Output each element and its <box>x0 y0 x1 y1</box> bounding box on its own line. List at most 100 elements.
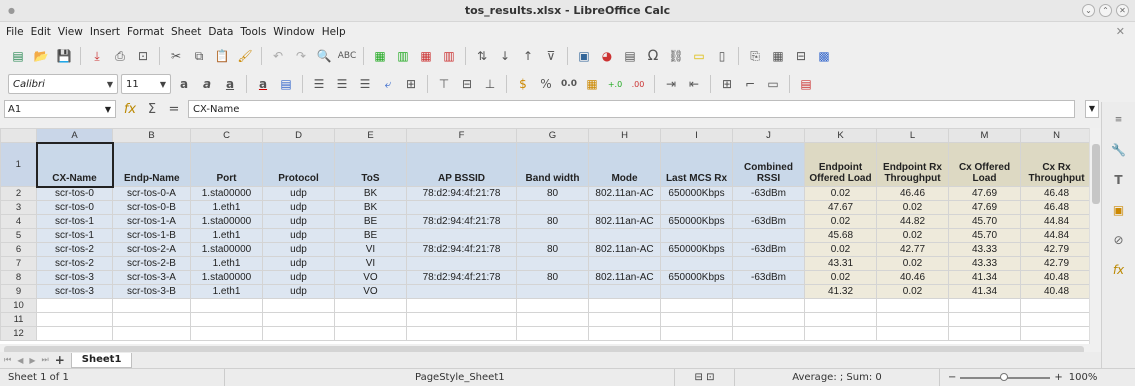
data-cell[interactable]: 45.70 <box>948 214 1021 229</box>
data-cell[interactable]: BK <box>334 200 407 215</box>
close-button[interactable]: ✕ <box>1116 4 1129 17</box>
data-cell[interactable]: 78:d2:94:4f:21:78 <box>406 186 517 201</box>
row-header[interactable]: 2 <box>0 186 37 201</box>
empty-cell[interactable] <box>660 312 733 327</box>
data-cell[interactable]: -63dBm <box>732 242 805 257</box>
empty-cell[interactable] <box>516 298 589 313</box>
close-document-icon[interactable]: ✕ <box>1116 25 1125 38</box>
data-cell[interactable]: 0.02 <box>804 242 877 257</box>
column-header-d[interactable]: D <box>262 128 335 143</box>
selection-summary[interactable]: Average: ; Sum: 0 <box>735 369 940 386</box>
maximize-button[interactable]: ⌃ <box>1099 4 1112 17</box>
data-cell[interactable]: -63dBm <box>732 214 805 229</box>
percent-icon[interactable]: % <box>536 74 556 94</box>
sheet-indicator[interactable]: Sheet 1 of 1 <box>0 369 225 386</box>
data-cell[interactable]: 47.67 <box>804 200 877 215</box>
row-header[interactable]: 6 <box>0 242 37 257</box>
currency-icon[interactable]: $ <box>513 74 533 94</box>
menu-insert[interactable]: Insert <box>90 26 120 38</box>
print-preview-icon[interactable]: ⊡ <box>133 46 153 66</box>
select-all-corner[interactable] <box>0 128 37 143</box>
increase-indent-icon[interactable]: ⇥ <box>661 74 681 94</box>
data-cell[interactable] <box>660 256 733 271</box>
data-cell[interactable]: 802.11an-AC <box>588 214 661 229</box>
data-cell[interactable]: scr-tos-0-B <box>112 200 191 215</box>
data-cell[interactable]: 650000Kbps <box>660 270 733 285</box>
data-cell[interactable] <box>660 284 733 299</box>
data-cell[interactable]: 42.79 <box>1020 242 1093 257</box>
data-cell[interactable]: scr-tos-3 <box>36 284 113 299</box>
zoom-out-icon[interactable]: − <box>940 372 956 383</box>
sort-descending-icon[interactable]: ↑ <box>518 46 538 66</box>
formula-icon[interactable]: = <box>166 102 182 117</box>
empty-cell[interactable] <box>190 312 263 327</box>
pivot-table-icon[interactable]: ▤ <box>620 46 640 66</box>
data-cell[interactable] <box>732 200 805 215</box>
data-cell[interactable] <box>660 200 733 215</box>
header-cell[interactable]: AP BSSID <box>406 142 517 187</box>
data-cell[interactable]: 41.32 <box>804 284 877 299</box>
data-cell[interactable]: VO <box>334 270 407 285</box>
data-cell[interactable] <box>588 284 661 299</box>
data-cell[interactable]: scr-tos-2 <box>36 256 113 271</box>
empty-cell[interactable] <box>804 298 877 313</box>
functions-icon[interactable]: fx <box>1109 260 1129 280</box>
export-pdf-icon[interactable]: ⤓ <box>87 46 107 66</box>
header-cell[interactable]: CX-Name <box>35 141 114 188</box>
header-footer-icon[interactable]: ▯ <box>712 46 732 66</box>
bold-icon[interactable]: a <box>174 74 194 94</box>
data-cell[interactable]: 40.48 <box>1020 270 1093 285</box>
data-cell[interactable]: 802.11an-AC <box>588 270 661 285</box>
data-cell[interactable]: 1.sta00000 <box>190 270 263 285</box>
empty-cell[interactable] <box>190 326 263 341</box>
empty-cell[interactable] <box>732 312 805 327</box>
empty-cell[interactable] <box>516 312 589 327</box>
empty-cell[interactable] <box>732 326 805 341</box>
data-cell[interactable]: 0.02 <box>876 256 949 271</box>
data-cell[interactable]: 78:d2:94:4f:21:78 <box>406 242 517 257</box>
column-header-g[interactable]: G <box>516 128 589 143</box>
data-cell[interactable]: 650000Kbps <box>660 186 733 201</box>
data-cell[interactable]: scr-tos-1-B <box>112 228 191 243</box>
spreadsheet-grid[interactable]: A B C D E F G H I J K L M N 1 CX-Name Endp-Name Port Proto… <box>0 128 1101 344</box>
data-cell[interactable]: scr-tos-0 <box>36 186 113 201</box>
data-cell[interactable]: 650000Kbps <box>660 242 733 257</box>
underline-icon[interactable]: a <box>220 74 240 94</box>
next-sheet-icon[interactable]: ▶ <box>29 356 35 365</box>
data-cell[interactable]: 80 <box>516 242 589 257</box>
data-cell[interactable] <box>516 284 589 299</box>
menu-view[interactable]: View <box>58 26 83 38</box>
column-header-j[interactable]: J <box>732 128 805 143</box>
chevron-down-icon[interactable]: ▼ <box>103 80 117 89</box>
open-folder-icon[interactable]: 📂 <box>31 46 51 66</box>
find-replace-icon[interactable]: 🔍 <box>314 46 334 66</box>
empty-cell[interactable] <box>334 312 407 327</box>
properties-icon[interactable]: 🔧 <box>1109 140 1129 160</box>
show-draw-functions-icon[interactable]: ▩ <box>814 46 834 66</box>
menu-sheet[interactable]: Sheet <box>171 26 201 38</box>
data-cell[interactable]: 80 <box>516 270 589 285</box>
column-header-b[interactable]: B <box>112 128 191 143</box>
empty-cell[interactable] <box>948 312 1021 327</box>
hyperlink-icon[interactable]: ⛓ <box>666 46 686 66</box>
menu-tools[interactable]: Tools <box>240 26 266 38</box>
align-center-icon[interactable]: ☰ <box>332 74 352 94</box>
cut-icon[interactable]: ✂ <box>166 46 186 66</box>
vertical-scrollbar[interactable] <box>1089 128 1101 344</box>
data-cell[interactable]: 44.84 <box>1020 214 1093 229</box>
zoom-slider[interactable] <box>960 372 1051 381</box>
data-cell[interactable]: VI <box>334 242 407 257</box>
data-cell[interactable]: 47.69 <box>948 186 1021 201</box>
empty-cell[interactable] <box>516 326 589 341</box>
empty-cell[interactable] <box>334 298 407 313</box>
zoom-level[interactable]: 100% <box>1063 372 1098 383</box>
data-cell[interactable]: 1.sta00000 <box>190 242 263 257</box>
data-cell[interactable]: 0.02 <box>876 228 949 243</box>
chart-icon[interactable]: ◕ <box>597 46 617 66</box>
row-header[interactable]: 1 <box>0 142 37 187</box>
sidebar-menu-icon[interactable]: ≡ <box>1109 110 1129 130</box>
data-cell[interactable]: 1.eth1 <box>190 228 263 243</box>
data-cell[interactable]: VO <box>334 284 407 299</box>
row-header[interactable]: 12 <box>0 326 37 341</box>
data-cell[interactable] <box>516 256 589 271</box>
